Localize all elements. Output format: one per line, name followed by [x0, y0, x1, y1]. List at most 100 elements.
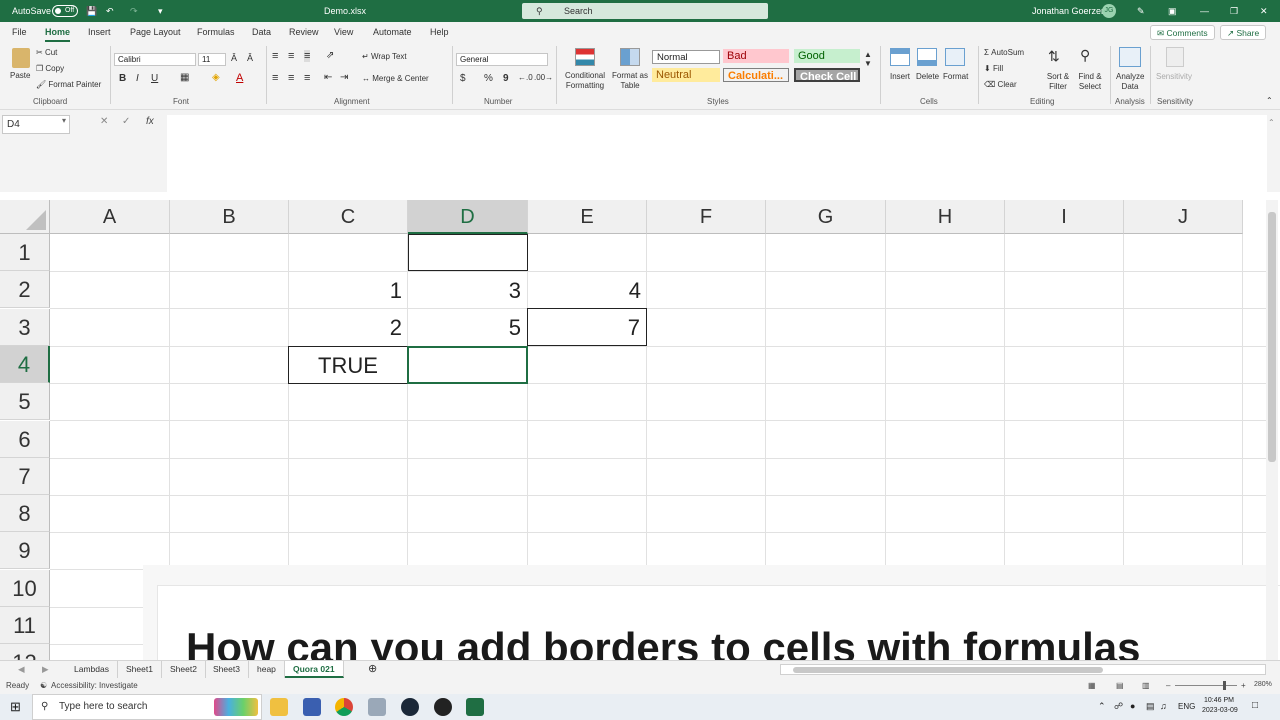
customize-toolbar-icon[interactable]: ▾	[158, 0, 163, 22]
column-header-d[interactable]: D	[408, 200, 528, 234]
row-header-12[interactable]: 12	[0, 644, 50, 660]
redo-icon[interactable]: ↷	[130, 0, 138, 22]
row-header-2[interactable]: 2	[0, 271, 50, 309]
cell-c4[interactable]: TRUE	[288, 346, 408, 384]
shrink-font-button[interactable]: Ǎ	[247, 53, 253, 63]
analyze-data-button[interactable]: Analyze Data	[1116, 72, 1144, 92]
italic-button[interactable]: I	[136, 73, 139, 84]
fill-button[interactable]: ⬇ Fill	[984, 64, 1003, 73]
column-header-h[interactable]: H	[886, 200, 1005, 234]
restore-icon[interactable]: ❐	[1230, 0, 1238, 22]
search-box[interactable]: ⚲ Search	[522, 3, 768, 19]
column-header-e[interactable]: E	[528, 200, 647, 234]
decrease-decimal-icon[interactable]: .00→	[534, 73, 553, 82]
tray-icon[interactable]: ☍	[1114, 701, 1123, 712]
name-box[interactable]: D4	[2, 115, 70, 134]
column-header-g[interactable]: G	[766, 200, 886, 234]
column-header-j[interactable]: J	[1124, 200, 1243, 234]
font-size-select[interactable]: 11	[198, 53, 226, 66]
fill-color-icon[interactable]: ◈	[212, 72, 220, 83]
zoom-in-icon[interactable]: +	[1241, 681, 1246, 690]
tab-help[interactable]: Help	[430, 22, 449, 42]
notification-icon[interactable]: □	[1252, 700, 1258, 711]
search-highlight-icon[interactable]	[214, 698, 258, 716]
vertical-scrollbar[interactable]	[1266, 200, 1278, 660]
enter-icon[interactable]: ✓	[122, 116, 130, 127]
column-header-i[interactable]: I	[1005, 200, 1124, 234]
sensitivity-button[interactable]: Sensitivity	[1156, 72, 1192, 81]
zoom-level[interactable]: 280%	[1254, 681, 1272, 688]
clock-time[interactable]: 10:46 PM	[1204, 697, 1234, 704]
insert-function-icon[interactable]: fx	[146, 116, 154, 127]
comma-button[interactable]: 9	[503, 73, 509, 84]
column-header-f[interactable]: F	[647, 200, 766, 234]
paste-icon[interactable]	[12, 48, 30, 68]
app-icon[interactable]	[434, 698, 452, 716]
styles-scroll-icon[interactable]: ▲ ▼	[864, 50, 872, 68]
comments-button[interactable]: ✉ Comments	[1150, 25, 1215, 40]
tab-file[interactable]: File	[12, 22, 27, 42]
sheet-tab-sheet1[interactable]: Sheet1	[118, 661, 162, 678]
cell-e3[interactable]: 7	[527, 308, 647, 346]
accessibility-status[interactable]: Accessibility: Investigate	[51, 681, 138, 690]
pen-icon[interactable]: ✎	[1137, 0, 1145, 22]
row-header-1[interactable]: 1	[0, 234, 50, 271]
style-neutral[interactable]: Neutral	[652, 68, 720, 82]
cell-d3[interactable]: 5	[408, 309, 527, 346]
tab-review[interactable]: Review	[289, 22, 319, 42]
volume-icon[interactable]: ♫	[1160, 701, 1167, 711]
increase-decimal-icon[interactable]: ←.0	[518, 73, 533, 82]
row-header-10[interactable]: 10	[0, 569, 50, 607]
row-header-6[interactable]: 6	[0, 420, 50, 458]
find-icon[interactable]: ⚲	[1080, 47, 1090, 64]
cell-d1[interactable]	[408, 234, 528, 271]
percent-button[interactable]: %	[484, 73, 493, 84]
network-icon[interactable]: ▤	[1146, 701, 1155, 712]
wrap-text-button[interactable]: ↵ Wrap Text	[362, 52, 407, 61]
format-as-table-icon[interactable]	[620, 48, 640, 66]
borders-icon[interactable]: ▦	[180, 72, 189, 83]
format-button[interactable]: Format	[943, 72, 968, 81]
style-good[interactable]: Good	[794, 49, 860, 63]
row-header-11[interactable]: 11	[0, 607, 50, 644]
undo-icon[interactable]: ↶	[106, 0, 114, 22]
align-bottom-icon[interactable]: ≡	[304, 50, 311, 62]
tab-home[interactable]: Home	[45, 22, 71, 42]
file-explorer-icon[interactable]	[270, 698, 288, 716]
sort-filter-button[interactable]: Sort & Filter	[1044, 72, 1072, 92]
close-icon[interactable]: ✕	[1260, 0, 1268, 22]
save-icon[interactable]: 💾	[86, 0, 97, 22]
font-color-icon[interactable]: A	[236, 72, 243, 84]
prev-sheet-icon[interactable]: ◀	[10, 661, 33, 678]
increase-indent-icon[interactable]: ⇥	[340, 72, 348, 83]
file-name[interactable]: Demo.xlsx	[324, 0, 366, 22]
sheet-tab-quora-021[interactable]: Quora 021	[285, 661, 344, 678]
conditional-formatting-icon[interactable]	[575, 48, 595, 66]
number-format-select[interactable]: General	[456, 53, 548, 66]
align-middle-icon[interactable]: ≡	[288, 50, 294, 62]
clock-date[interactable]: 2023-03-09	[1202, 707, 1238, 714]
style-normal[interactable]: Normal	[652, 50, 720, 64]
tab-formulas[interactable]: Formulas	[197, 22, 235, 42]
ribbon-display-icon[interactable]: ▣	[1168, 0, 1177, 22]
collapse-ribbon-icon[interactable]: ⌃	[1266, 96, 1273, 105]
row-header-8[interactable]: 8	[0, 495, 50, 533]
horizontal-scrollbar[interactable]	[780, 664, 1266, 675]
select-all-corner[interactable]	[0, 200, 50, 234]
format-cells-icon[interactable]	[945, 48, 965, 66]
cell-d2[interactable]: 3	[408, 272, 527, 309]
minimize-icon[interactable]: —	[1200, 0, 1209, 22]
sheet-tab-lambdas[interactable]: Lambdas	[66, 661, 118, 678]
vertical-scroll-thumb[interactable]	[1268, 212, 1276, 462]
insert-button[interactable]: Insert	[890, 72, 910, 81]
name-box-dropdown-icon[interactable]: ▾	[62, 116, 66, 125]
add-sheet-icon[interactable]: ⊕	[360, 661, 385, 678]
currency-button[interactable]: $	[460, 73, 466, 84]
tab-data[interactable]: Data	[252, 22, 271, 42]
decrease-indent-icon[interactable]: ⇤	[324, 72, 332, 83]
formula-input[interactable]	[167, 115, 1267, 192]
column-header-a[interactable]: A	[50, 200, 170, 234]
bold-button[interactable]: B	[119, 73, 126, 84]
clear-button[interactable]: ⌫ Clear	[984, 80, 1017, 89]
row-header-3[interactable]: 3	[0, 308, 50, 346]
